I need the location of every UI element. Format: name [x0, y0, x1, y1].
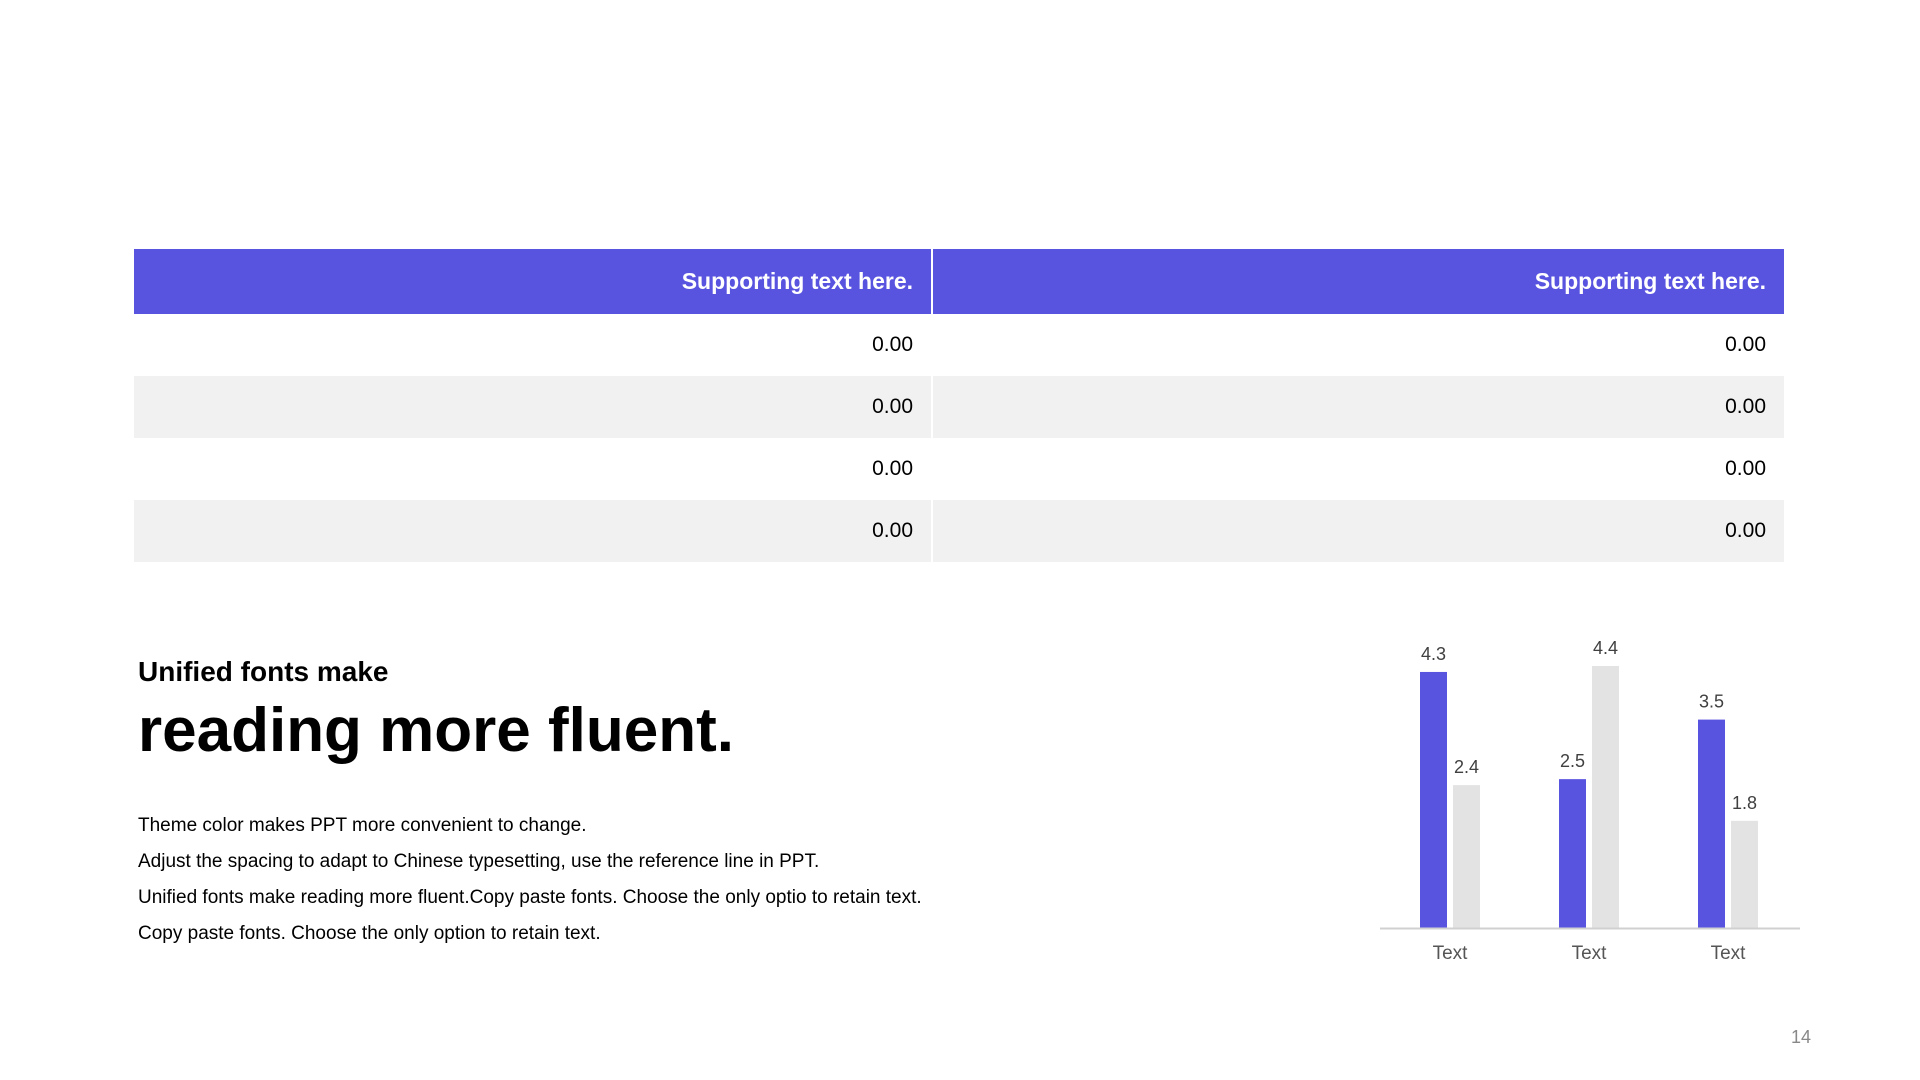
body-line: Unified fonts make reading more fluent.C… [138, 887, 922, 908]
chart-data-label: 2.4 [1454, 757, 1479, 777]
chart-data-label: 4.3 [1421, 644, 1446, 664]
table-cell: 0.00 [872, 333, 913, 356]
chart-data-label: 3.5 [1699, 692, 1724, 712]
table-row: 0.00 0.00 [134, 500, 1784, 562]
chart-bar [1592, 666, 1619, 928]
table-cell: 0.00 [134, 500, 931, 562]
bar-chart-svg: 4.3 2.4 Text 2.5 4.4 Text 3.5 1.8 Text [1380, 638, 1800, 964]
text-block: Unified fonts make reading more fluent. … [138, 650, 1188, 952]
table-row: 0.00 0.00 [134, 438, 1784, 500]
page-number: 14 [1790, 1027, 1811, 1047]
chart-data-label: 2.5 [1560, 751, 1585, 771]
table-cell: 0.00 [1725, 333, 1766, 356]
table-cell: 0.00 [134, 376, 931, 438]
table-cell: 0.00 [933, 376, 1784, 438]
table-cell: 0.00 [872, 457, 913, 480]
chart-category-label: Text [1572, 943, 1608, 964]
bar-chart: 4.3 2.4 Text 2.5 4.4 Text 3.5 1.8 Text [1370, 610, 1800, 980]
chart-category-label: Text [1433, 943, 1469, 964]
data-table: Supporting text here. Supporting text he… [134, 249, 1784, 562]
table-header-cell: Supporting text here. [134, 249, 931, 314]
chart-data-label: 1.8 [1732, 793, 1757, 813]
table-cell: 0.00 [1725, 457, 1766, 480]
chart-bar [1731, 820, 1758, 928]
headline: reading more fluent. [138, 696, 734, 765]
chart-bar [1453, 785, 1480, 928]
chart-bar [1559, 779, 1586, 928]
chart-bar [1698, 719, 1725, 928]
body-line: Theme color makes PPT more convenient to… [138, 815, 587, 836]
chart-data-label: 4.4 [1593, 638, 1618, 658]
table-header-row: Supporting text here. Supporting text he… [134, 249, 1784, 314]
body-line: Copy paste fonts. Choose the only option… [138, 923, 601, 944]
chart-category-label: Text [1711, 943, 1747, 964]
table-header-cell: Supporting text here. [933, 249, 1784, 314]
body-line: Adjust the spacing to adapt to Chinese t… [138, 851, 820, 872]
subtitle: Unified fonts make [138, 656, 389, 687]
table-row: 0.00 0.00 [134, 376, 1784, 438]
body-text: Theme color makes PPT more convenient to… [138, 808, 1188, 952]
chart-bar [1420, 671, 1447, 928]
table-row: 0.00 0.00 [134, 314, 1784, 376]
table-cell: 0.00 [933, 500, 1784, 562]
